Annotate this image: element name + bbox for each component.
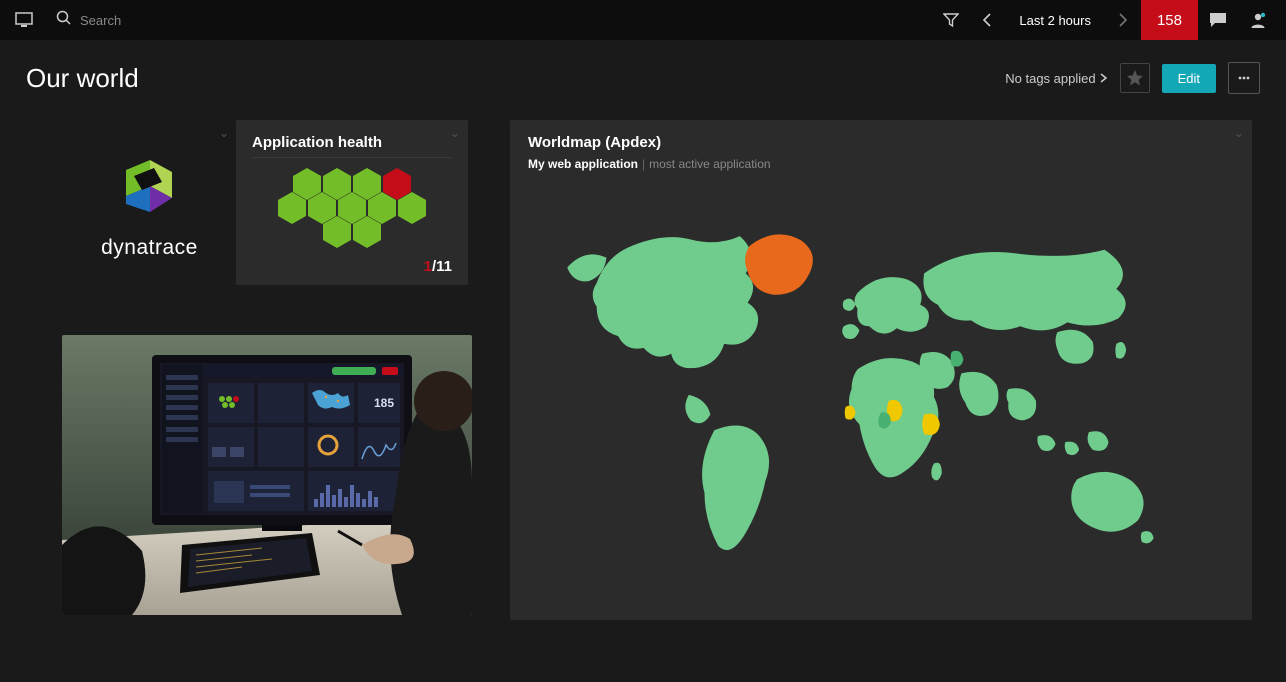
more-button[interactable] (1228, 62, 1260, 94)
svg-text:185: 185 (374, 396, 394, 410)
page-title: Our world (26, 63, 139, 94)
top-bar-right: Last 2 hours 158 (933, 0, 1278, 40)
star-icon (1126, 69, 1144, 87)
search[interactable] (56, 10, 280, 31)
map-subtitle: My web application|most active applicati… (528, 157, 1234, 171)
dots-icon (1237, 71, 1251, 85)
chat-icon[interactable] (1198, 0, 1238, 40)
tile-title: Application health (252, 134, 452, 158)
tags-label: No tags applied (1005, 71, 1095, 86)
time-range[interactable]: Last 2 hours (1005, 13, 1105, 28)
health-honeycomb (252, 168, 452, 240)
dynatrace-logo-text: dynatrace (101, 236, 198, 260)
dashboard-grid: ⌄ dynatrace ⌄ Application health 1/11 (26, 120, 1260, 660)
top-bar: Last 2 hours 158 (0, 0, 1286, 40)
health-count: 1/11 (424, 258, 452, 275)
worldmap-tile[interactable]: ⌄ Worldmap (Apdex) My web application|mo… (510, 120, 1252, 620)
search-input[interactable] (80, 13, 280, 28)
total-count: /11 (432, 258, 452, 275)
problems-badge[interactable]: 158 (1141, 0, 1198, 40)
top-bar-left (12, 8, 933, 32)
chevron-right-icon (1100, 73, 1108, 83)
page-header: Our world No tags applied Edit (26, 62, 1260, 94)
user-icon[interactable] (1238, 0, 1278, 40)
logo-tile[interactable]: ⌄ dynatrace (62, 120, 237, 295)
page-actions: No tags applied Edit (1005, 62, 1260, 94)
edit-button[interactable]: Edit (1162, 64, 1216, 93)
dynatrace-logo: dynatrace (101, 156, 198, 260)
bad-count: 1 (424, 258, 432, 275)
application-health-tile[interactable]: ⌄ Application health 1/11 (236, 120, 468, 285)
worldmap-svg (528, 181, 1234, 601)
photo-tile[interactable]: 185 (62, 335, 472, 615)
search-icon (56, 10, 72, 31)
monitor-icon[interactable] (12, 8, 36, 32)
map-app-name: My web application (528, 157, 638, 171)
tile-title: Worldmap (Apdex) (528, 134, 1234, 151)
tags-link[interactable]: No tags applied (1005, 71, 1107, 86)
time-back-button[interactable] (969, 0, 1005, 40)
chevron-down-icon[interactable]: ⌄ (450, 126, 460, 140)
map-note: most active application (649, 157, 770, 171)
time-forward-button[interactable] (1105, 0, 1141, 40)
dynatrace-mark-icon (114, 156, 184, 226)
chevron-down-icon[interactable]: ⌄ (219, 126, 229, 140)
chevron-down-icon[interactable]: ⌄ (1234, 126, 1244, 140)
photo-illustration: 185 (62, 335, 472, 615)
filter-icon[interactable] (933, 0, 969, 40)
page: Our world No tags applied Edit ⌄ (0, 40, 1286, 682)
favorite-button[interactable] (1120, 63, 1150, 93)
